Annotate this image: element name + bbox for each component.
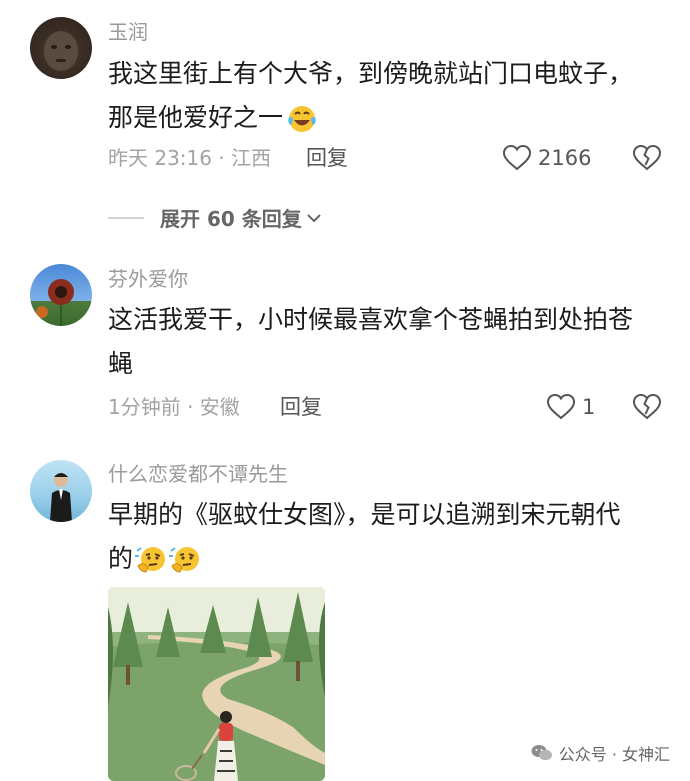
avatar[interactable] (30, 264, 92, 326)
watermark-text: 公众号 · 女神汇 (558, 745, 670, 764)
comment-text-line: 蝇 (108, 349, 134, 378)
painting-illustration (108, 587, 325, 781)
comment-username[interactable]: 什么恋爱都不谭先生 (108, 461, 288, 487)
expand-replies-button[interactable]: 展开 60 条回复 (108, 203, 322, 232)
broken-heart-icon[interactable] (632, 144, 662, 172)
like-count: 2166 (538, 146, 592, 170)
expand-replies-label: 展开 60 条回复 (160, 207, 302, 231)
comment-text: 早期的《驱蚊仕女图》，是可以追溯到宋元朝代 的 (108, 493, 668, 581)
thinking-emoji (135, 547, 166, 573)
comment-item: 什么恋爱都不谭先生 早期的《驱蚊仕女图》，是可以追溯到宋元朝代 的 (0, 445, 690, 781)
avatar[interactable] (30, 460, 92, 522)
comment-item: 玉润 我这里街上有个大爷，到傍晚就站门口电蚊子， 那是他爱好之一 昨天 23:1… (0, 0, 690, 240)
comment-text-line: 我这里街上有个大爷，到傍晚就站门口电蚊子， (108, 59, 634, 88)
wechat-icon (531, 745, 552, 761)
reply-button[interactable]: 回复 (280, 393, 322, 421)
comment-text-line-content: 那是他爱好之一 (108, 103, 284, 132)
chevron-down-icon (307, 213, 321, 222)
broken-heart-icon[interactable] (632, 393, 662, 421)
comment-text-line: 这活我爱干，小时候最喜欢拿个苍蝇拍到处拍苍 (108, 305, 634, 334)
heart-outline-icon (502, 144, 532, 171)
reply-button[interactable]: 回复 (306, 144, 348, 172)
like-count: 1 (582, 395, 596, 419)
comment-username[interactable]: 玉润 (108, 19, 148, 45)
laughing-tears-emoji (288, 106, 316, 132)
thinking-emoji (169, 547, 200, 573)
comment-item: 芬外爱你 这活我爱干，小时候最喜欢拿个苍蝇拍到处拍苍 蝇 1分钟前 · 安徽 回… (0, 240, 690, 445)
avatar-image (36, 279, 74, 326)
comment-image[interactable] (108, 587, 325, 781)
comment-text: 这活我爱干，小时候最喜欢拿个苍蝇拍到处拍苍 蝇 (108, 298, 668, 386)
comment-time-location: 1分钟前 · 安徽 (108, 395, 240, 419)
like-button[interactable]: 2166 (502, 144, 591, 172)
avatar[interactable] (30, 17, 92, 79)
comment-text: 我这里街上有个大爷，到傍晚就站门口电蚊子， 那是他爱好之一 (108, 52, 668, 140)
comment-text-line-content: 的 (108, 544, 134, 573)
avatar-image (44, 31, 78, 71)
comment-username[interactable]: 芬外爱你 (108, 266, 188, 292)
wechat-watermark: 公众号 · 女神汇 (531, 741, 670, 765)
comment-text-line: 早期的《驱蚊仕女图》，是可以追溯到宋元朝代 (108, 500, 621, 529)
comment-text-line: 的 (108, 537, 668, 581)
like-button[interactable]: 1 (546, 393, 595, 421)
heart-outline-icon (546, 393, 576, 420)
divider (108, 216, 144, 219)
comment-time-location: 昨天 23:16 · 江西 (108, 146, 272, 170)
comment-text-line: 那是他爱好之一 (108, 96, 668, 140)
avatar-image (50, 473, 72, 522)
